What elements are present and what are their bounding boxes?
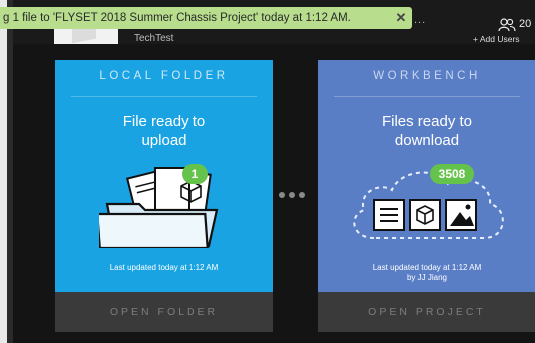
users-count: 20	[519, 18, 532, 30]
heading-line: upload	[141, 132, 187, 149]
project-subtitle: TechTest	[134, 33, 174, 44]
image-icon	[445, 199, 477, 231]
heading-line: Files ready to	[381, 113, 473, 130]
part-icon	[409, 199, 441, 231]
card-title: LOCAL FOLDER	[99, 70, 229, 82]
toast-overflow-dots: ...	[414, 14, 427, 26]
card-heading: Files ready to download	[318, 112, 535, 150]
toast-message: g 1 file to 'FLYSET 2018 Summer Chassis …	[3, 12, 351, 24]
card-heading: File ready to upload	[55, 112, 273, 150]
card-title: WORKBENCH	[373, 70, 481, 82]
card-divider	[334, 96, 520, 97]
heading-line: File ready to	[122, 113, 206, 130]
open-project-button[interactable]: OPEN PROJECT	[318, 292, 535, 332]
last-updated-text: Last updated today at 1:12 AM	[109, 263, 219, 272]
card-divider	[71, 96, 257, 97]
cloud-files-icon	[353, 171, 504, 239]
document-icon	[373, 199, 405, 231]
connector-dot	[289, 192, 295, 198]
users-icon[interactable]	[498, 18, 516, 32]
notification-toast: g 1 file to 'FLYSET 2018 Summer Chassis …	[0, 7, 412, 29]
sync-connector	[279, 190, 311, 200]
last-updated-text: Last updated today at 1:12 AM	[372, 263, 482, 272]
folder-files-icon	[99, 167, 219, 248]
left-edge-divider	[7, 0, 13, 343]
open-folder-button[interactable]: OPEN FOLDER	[55, 292, 273, 332]
updated-by-text: by JJ Jiang	[406, 273, 448, 282]
upload-count-badge: 1	[182, 164, 208, 184]
connector-dot	[279, 192, 285, 198]
connector-dot	[299, 192, 305, 198]
workbench-card: WORKBENCH Files ready to download 3508 L…	[318, 60, 535, 332]
close-icon[interactable]: ✕	[390, 10, 412, 26]
left-edge-panel	[0, 0, 7, 343]
download-count-badge: 3508	[430, 164, 474, 184]
users-area: 20 + Add Users	[470, 12, 535, 44]
local-folder-card: LOCAL FOLDER File ready to upload 1 Last…	[55, 60, 273, 332]
add-users-link[interactable]: + Add Users	[473, 34, 520, 44]
heading-line: download	[394, 132, 460, 149]
